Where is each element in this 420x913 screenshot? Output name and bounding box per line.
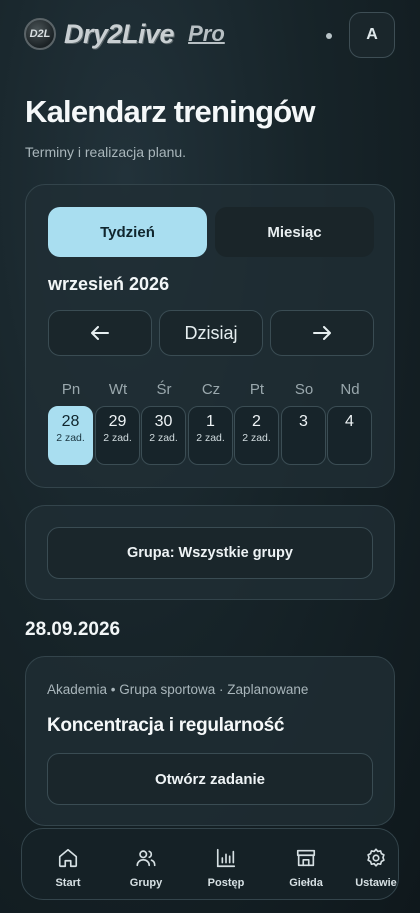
day-task-count: 2 zad. xyxy=(149,432,178,444)
nav-label: Start xyxy=(55,877,81,889)
arrow-right-icon xyxy=(313,326,331,340)
day-cell[interactable]: 1 2 zad. xyxy=(188,406,233,465)
app-header: D2L Dry2Live Pro A xyxy=(0,0,420,72)
nav-label: Grupy xyxy=(129,877,163,889)
avatar-button[interactable]: A xyxy=(349,12,395,58)
day-number: 4 xyxy=(345,413,354,430)
day-number: 29 xyxy=(108,413,127,430)
day-number: 28 xyxy=(61,413,80,430)
home-icon xyxy=(58,848,78,868)
today-button[interactable]: Dzisiaj xyxy=(159,310,263,356)
weekday-fri: Pt xyxy=(249,381,265,398)
weekday-sat: So xyxy=(294,381,314,398)
nav-label: Postęp xyxy=(207,877,245,889)
tab-week[interactable]: Tydzień xyxy=(48,207,207,257)
day-cell[interactable]: 29 2 zad. xyxy=(95,406,140,465)
day-number: 2 xyxy=(252,413,261,430)
weekday-thu: Cz xyxy=(201,381,221,398)
nav-item-start[interactable]: Start xyxy=(30,829,106,899)
day-cell[interactable]: 28 2 zad. xyxy=(48,406,93,465)
logo-pro-text: Pro xyxy=(188,21,225,46)
app-logo[interactable]: D2L Dry2Live Pro xyxy=(24,18,225,50)
nav-item-market[interactable]: Giełda xyxy=(268,829,344,899)
prev-week-button[interactable] xyxy=(48,310,152,356)
day-number: 3 xyxy=(299,413,308,430)
day-cell[interactable]: 4 xyxy=(327,406,372,465)
weekday-wed: Śr xyxy=(156,381,172,398)
settings-icon xyxy=(367,848,385,867)
nav-item-groups[interactable]: Grupy xyxy=(108,829,184,899)
task-title: Koncentracja i regularność xyxy=(47,715,285,736)
nav-label: Giełda xyxy=(289,877,323,889)
group-select-button[interactable]: Grupa: Wszystkie grupy xyxy=(47,527,373,579)
group-filter-card: Grupa: Wszystkie grupy xyxy=(25,505,395,600)
day-task-count: 2 zad. xyxy=(242,432,271,444)
selected-date-heading: 28.09.2026 xyxy=(25,619,121,640)
status-dot-icon xyxy=(326,33,332,39)
day-cell[interactable]: 30 2 zad. xyxy=(141,406,186,465)
day-number: 30 xyxy=(154,413,173,430)
logo-brand-text: Dry2Live xyxy=(64,18,175,49)
users-icon xyxy=(136,850,156,867)
open-task-button[interactable]: Otwórz zadanie xyxy=(47,753,373,805)
bar-chart-icon xyxy=(216,848,236,868)
task-meta: Akademia • Grupa sportowa · Zaplanowane xyxy=(47,682,309,697)
nav-item-progress[interactable]: Postęp xyxy=(188,829,264,899)
day-cell[interactable]: 2 2 zad. xyxy=(234,406,279,465)
weekday-sun: Nd xyxy=(340,381,360,398)
day-task-count: 2 zad. xyxy=(196,432,225,444)
weekday-tue: Wt xyxy=(108,381,128,398)
calendar-card: Tydzień Miesiąc wrzesień 2026 Dzisiaj Pn… xyxy=(25,184,395,488)
tab-month[interactable]: Miesiąc xyxy=(215,207,374,257)
bottom-nav: Start Grupy Postęp Giełda Ustawie xyxy=(21,828,399,900)
logo-emblem-icon: D2L xyxy=(24,18,56,50)
weekday-mon: Pn xyxy=(61,381,81,398)
page-title: Kalendarz treningów xyxy=(25,94,315,129)
store-icon xyxy=(296,849,316,867)
day-cell[interactable]: 3 xyxy=(281,406,326,465)
page-subtitle: Terminy i realizacja planu. xyxy=(25,144,187,160)
day-number: 1 xyxy=(206,413,215,430)
nav-item-settings[interactable]: Ustawie xyxy=(338,829,398,899)
day-task-count: 2 zad. xyxy=(103,432,132,444)
avatar-initial: A xyxy=(366,26,378,43)
arrow-left-icon xyxy=(91,326,109,340)
nav-label: Ustawie xyxy=(355,877,397,889)
day-task-count: 2 zad. xyxy=(56,432,85,444)
next-week-button[interactable] xyxy=(270,310,374,356)
task-card: Akademia • Grupa sportowa · Zaplanowane … xyxy=(25,656,395,826)
month-label: wrzesień 2026 xyxy=(48,274,170,294)
